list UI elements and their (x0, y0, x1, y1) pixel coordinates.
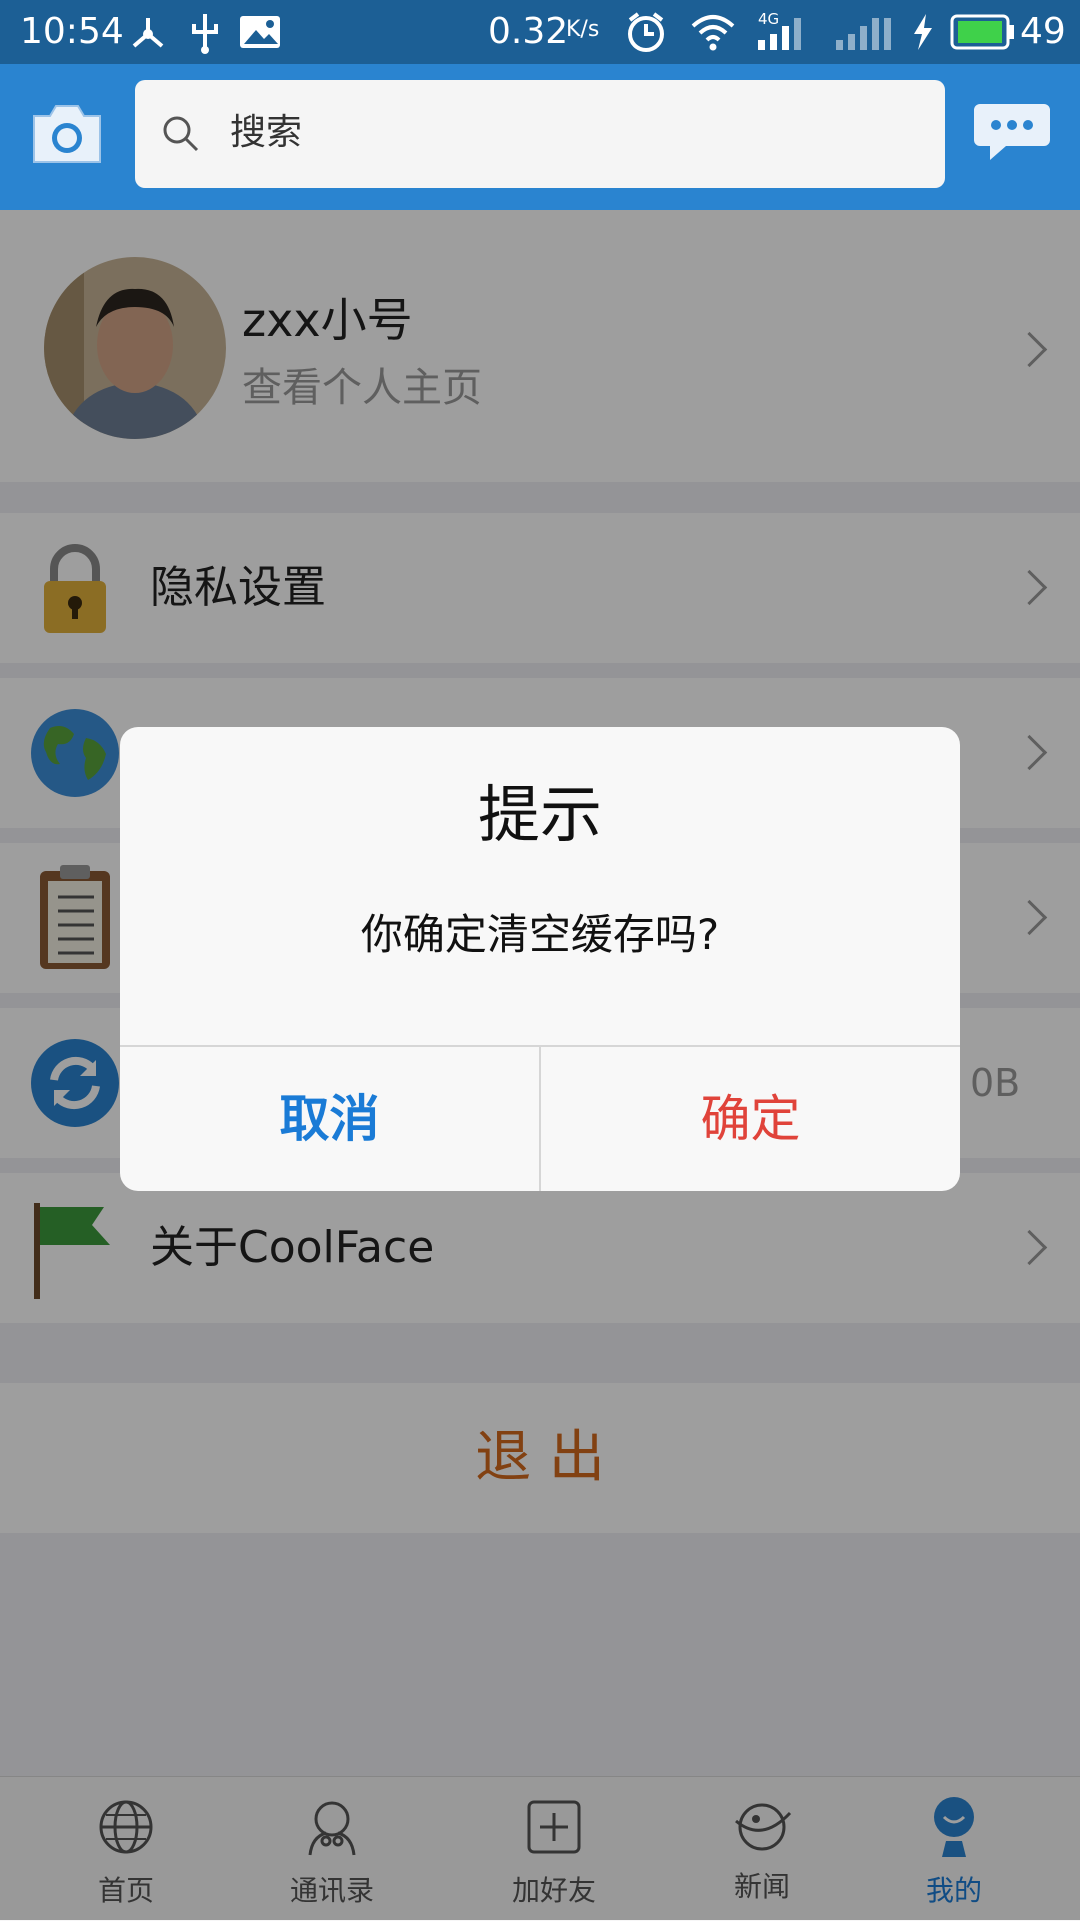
top-bar: 搜索 (0, 64, 1080, 210)
network-speed: 0.32 (488, 11, 569, 52)
alarm-icon (628, 12, 664, 52)
signal-icon (758, 18, 801, 50)
charging-icon (914, 14, 932, 50)
search-icon (163, 116, 199, 152)
search-input[interactable]: 搜索 (135, 80, 945, 188)
signal-2-icon (836, 18, 891, 50)
dialog-title: 提示 (477, 778, 602, 851)
speed-unit: K/s (566, 17, 600, 42)
search-placeholder: 搜索 (230, 112, 303, 153)
dialog-message: 你确定清空缓存吗? (360, 910, 720, 959)
cancel-button[interactable]: 取消 (120, 1047, 539, 1191)
battery-level: 49 (1020, 11, 1066, 52)
share-icon (132, 18, 164, 48)
battery-icon (950, 14, 1014, 50)
confirm-button[interactable]: 确定 (541, 1047, 960, 1191)
camera-icon[interactable] (28, 100, 106, 166)
status-bar: 10:54 0.32 K/s 4G 49 (0, 0, 1080, 64)
image-icon (240, 16, 280, 48)
modal-backdrop-bottom[interactable] (0, 1776, 1080, 1920)
message-icon[interactable] (972, 100, 1052, 166)
wifi-icon (691, 15, 735, 51)
usb-icon (192, 14, 218, 54)
status-time: 10:54 (20, 11, 124, 52)
confirm-dialog: 提示 你确定清空缓存吗? 取消 确定 (120, 727, 960, 1191)
